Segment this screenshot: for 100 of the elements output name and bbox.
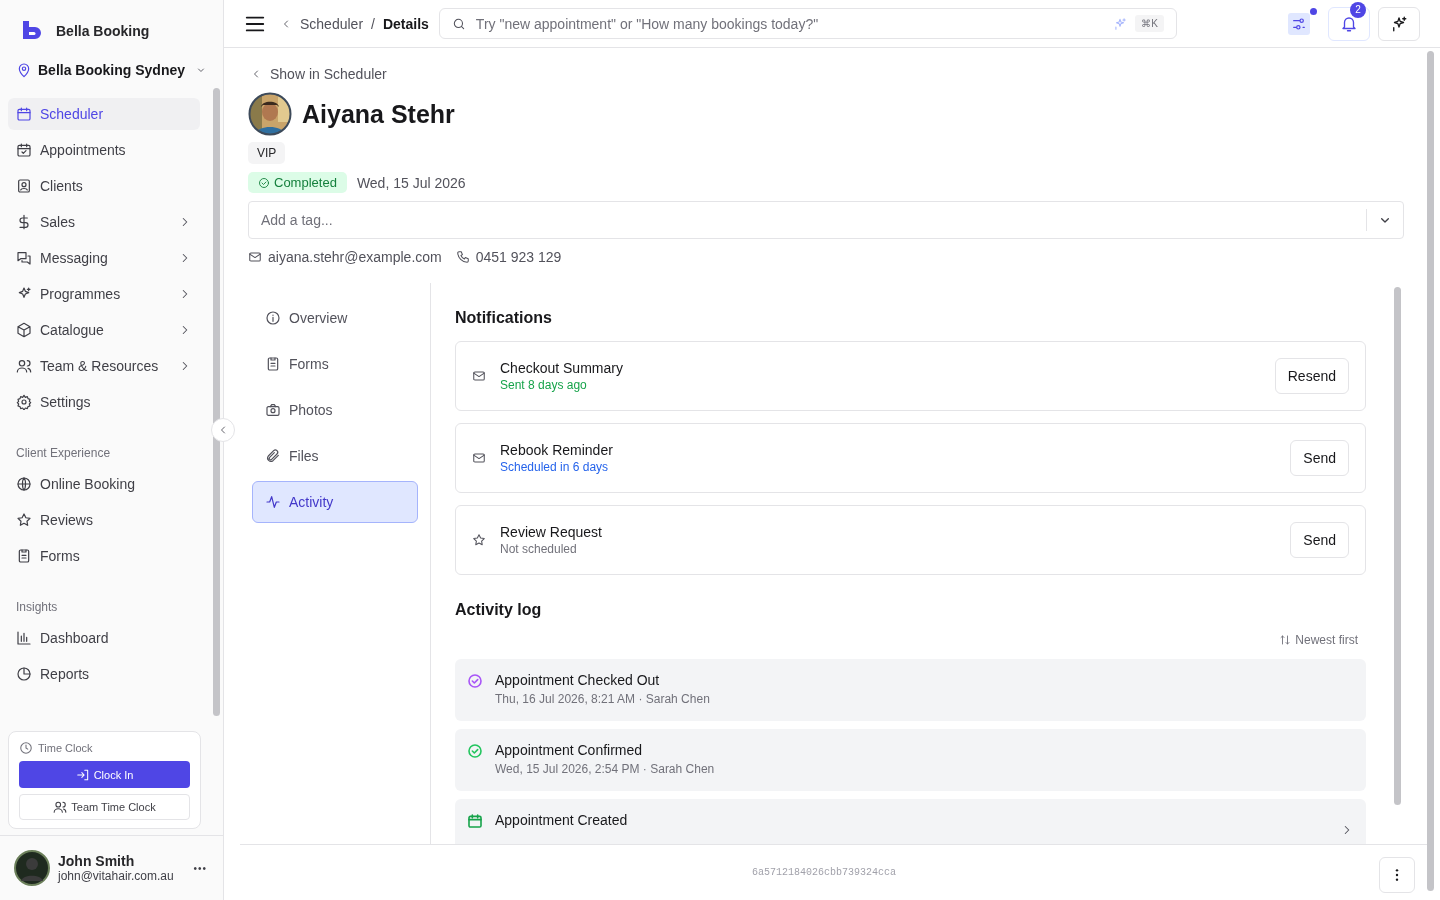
nav-item[interactable]: Scheduler <box>8 98 200 130</box>
nav-item[interactable]: Online Booking <box>8 468 200 500</box>
sort-icon <box>1279 634 1292 646</box>
nav-icon <box>16 630 32 646</box>
nav-item[interactable]: Dashboard <box>8 622 200 654</box>
nav-icon <box>16 548 32 564</box>
user-name: John Smith <box>58 853 136 869</box>
nav-icon <box>16 178 32 194</box>
phone-icon <box>455 250 470 264</box>
login-icon <box>75 767 90 782</box>
nav-item[interactable]: Sales <box>8 206 200 238</box>
section-heading: Insights <box>15 599 59 616</box>
nav-item[interactable]: Messaging <box>8 242 200 274</box>
section-title: Activity log <box>455 601 543 619</box>
more-options-button[interactable] <box>1379 857 1415 893</box>
client-phone: 0451 923 129 <box>475 249 562 265</box>
nav-icon <box>16 250 32 266</box>
activity-meta: Thu, 16 Jul 2026, 8:21 AM · Sarah Chen <box>495 692 711 706</box>
sparkle-icon <box>1390 14 1408 33</box>
nav-icon <box>16 476 32 492</box>
client-name: Aiyana Stehr <box>302 99 455 129</box>
tab[interactable]: Forms <box>252 343 418 385</box>
team-time-clock-button[interactable]: Team Time Clock <box>19 794 190 820</box>
appointment-date: Wed, 15 Jul 2026 <box>356 174 466 191</box>
clock-icon <box>19 741 33 755</box>
keyboard-shortcut: ⌘K <box>1135 15 1164 32</box>
filter-button[interactable] <box>1288 12 1310 35</box>
nav-item[interactable]: Catalogue <box>8 314 200 346</box>
clock-in-button[interactable]: Clock In <box>19 761 190 788</box>
nav-item[interactable]: Settings <box>8 386 200 418</box>
client-tag: VIP <box>248 142 286 164</box>
notification-status: Sent 8 days ago <box>500 378 588 392</box>
more-button[interactable]: ••• <box>191 860 209 876</box>
back-link[interactable]: Show in Scheduler <box>250 66 1404 82</box>
nav-icon <box>16 512 32 528</box>
tag-select[interactable]: Add a tag... <box>248 201 1404 239</box>
tab-icon <box>265 448 281 464</box>
notification-title: Checkout Summary <box>500 360 624 376</box>
scrollbar[interactable] <box>213 88 220 716</box>
nav-icon <box>16 214 32 230</box>
collapse-sidebar-button[interactable] <box>211 418 235 442</box>
tab[interactable]: Overview <box>252 297 418 339</box>
nav-icon <box>16 142 32 158</box>
send-button[interactable]: Send <box>1290 522 1349 558</box>
brand-name: Bella Booking <box>56 23 150 39</box>
tab-icon <box>265 494 281 510</box>
sort-button[interactable]: Newest first <box>1271 633 1366 647</box>
notification-status: Scheduled in 6 days <box>500 460 610 474</box>
status-badge: Completed <box>248 172 347 193</box>
nav-item[interactable]: Clients <box>8 170 200 202</box>
nav-item[interactable]: Reports <box>8 658 200 690</box>
tab[interactable]: Activity <box>252 481 418 523</box>
star-icon <box>472 533 486 547</box>
search-icon <box>451 16 466 31</box>
send-button[interactable]: Resend <box>1274 358 1349 394</box>
nav-item[interactable]: Programmes <box>8 278 200 310</box>
mail-icon <box>472 369 486 383</box>
tab-icon <box>265 310 281 326</box>
location-selector[interactable]: Bella Booking Sydney <box>0 52 223 88</box>
nav-icon <box>16 106 32 122</box>
search-bar[interactable]: Try "new appointment" or "How many bookings today?" ⌘K <box>438 8 1177 39</box>
mail-icon <box>472 451 486 465</box>
search-field[interactable]: Try "new appointment" or "How many bookings today?" <box>473 14 1106 33</box>
send-button[interactable]: Send <box>1290 440 1349 476</box>
activity-title: Appointment Checked Out <box>495 672 661 688</box>
notification-title: Rebook Reminder <box>500 442 614 458</box>
scrollbar[interactable] <box>1394 287 1401 805</box>
tab-icon <box>265 402 281 418</box>
activity-title: Appointment Created <box>495 812 629 828</box>
nav-item[interactable]: Reviews <box>8 504 200 536</box>
breadcrumb-item[interactable]: / <box>371 15 375 32</box>
ai-assistant-button[interactable] <box>1378 6 1420 41</box>
nav-item[interactable]: Appointments <box>8 134 200 166</box>
check-circle-icon <box>258 176 270 189</box>
nav-item[interactable]: Forms <box>8 540 200 572</box>
tab-icon <box>265 356 281 372</box>
user-email: john@vitahair.com.au <box>58 869 175 883</box>
mail-icon <box>248 250 262 264</box>
notification-title: Review Request <box>500 524 603 540</box>
tab[interactable]: Files <box>252 435 418 477</box>
bell-icon <box>1340 14 1358 33</box>
user-avatar <box>14 850 50 886</box>
location-pin-icon <box>16 62 32 78</box>
nav-item[interactable]: Team & Resources <box>8 350 200 382</box>
sliders-icon <box>1291 15 1307 32</box>
section-title: Notifications <box>455 309 553 327</box>
section-heading: Client Experience <box>15 445 112 462</box>
breadcrumb-item[interactable]: Scheduler <box>300 15 364 32</box>
users-icon <box>53 800 68 814</box>
scrollbar[interactable] <box>1427 51 1434 891</box>
notification-status: Not scheduled <box>500 542 578 556</box>
notification-badge: 2 <box>1350 1 1366 18</box>
sparkle-icon <box>1113 16 1128 31</box>
nav-icon <box>16 394 32 410</box>
client-email: aiyana.stehr@example.com <box>268 249 442 265</box>
nav-icon <box>16 666 32 682</box>
activity-item[interactable]: Appointment Created <box>455 799 1366 844</box>
nav-icon <box>16 322 32 338</box>
tab[interactable]: Photos <box>252 389 418 431</box>
time-clock-title: Time Clock <box>38 742 93 754</box>
